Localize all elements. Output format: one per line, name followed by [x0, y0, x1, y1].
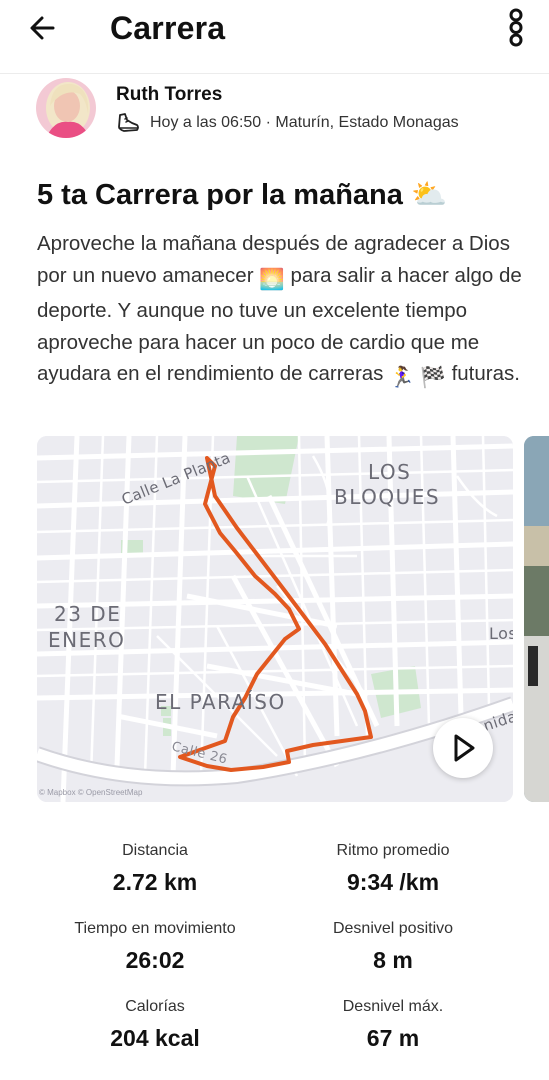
activity-date-location: Hoy a las 06:50 · Maturín, Estado Monaga… [150, 114, 459, 131]
avatar[interactable] [36, 78, 96, 138]
stat-distance: Distancia 2.72 km [25, 842, 285, 896]
activity-title: 5 ta Carrera por la mañana ⛅ [37, 178, 527, 212]
stat-max-elevation: Desnivel máx. 67 m [263, 998, 523, 1052]
stat-elevation-gain: Desnivel positivo 8 m [263, 920, 523, 974]
stat-label: Ritmo promedio [336, 842, 450, 859]
author-name[interactable]: Ruth Torres [116, 84, 222, 106]
sunrise-icon: 🌅 [259, 267, 285, 291]
stat-label: Distancia [122, 842, 188, 859]
stat-value: 26:02 [125, 947, 185, 973]
area-label-los-bloques: LOS [368, 460, 412, 484]
route-map[interactable]: Calle La Planta LOS BLOQUES 23 DE ENERO … [37, 436, 513, 802]
stat-moving-time: Tiempo en movimiento 26:02 [25, 920, 285, 974]
area-label-23-de-enero-2: ENERO [48, 628, 126, 652]
area-label-el-paraiso: EL PARAÍSO [155, 690, 286, 714]
arrow-left-icon [30, 16, 55, 40]
stat-value: 67 m [366, 1025, 420, 1051]
sun-behind-cloud-icon: ⛅ [410, 179, 448, 211]
stat-average-pace: Ritmo promedio 9:34 /km [263, 842, 523, 896]
stat-value: 2.72 km [112, 869, 198, 895]
running-shoe-icon [118, 113, 139, 132]
page-title: Carrera [110, 10, 226, 46]
stat-label: Tiempo en movimiento [74, 920, 236, 937]
stat-value: 9:34 /km [346, 869, 440, 895]
stat-value: 204 kcal [110, 1025, 200, 1051]
photo-thumbnail [524, 436, 549, 802]
stat-label: Desnivel positivo [332, 920, 454, 937]
play-route-button[interactable] [433, 718, 493, 778]
stat-label: Calorías [125, 998, 185, 1015]
area-label-23-de-enero: 23 DE [54, 602, 122, 626]
activity-stats: Distancia 2.72 km Ritmo promedio 9:34 /k… [0, 830, 549, 1070]
stat-value: 8 m [373, 947, 413, 973]
woman-running-icon: 🏃‍♀️ [389, 366, 415, 389]
top-app-bar: Carrera [0, 0, 549, 74]
map-attribution: © Mapbox © OpenStreetMap [39, 788, 143, 797]
more-options-button[interactable] [500, 6, 532, 48]
activity-meta: Hoy a las 06:50 · Maturín, Estado Monaga… [116, 112, 459, 134]
stat-label: Desnivel máx. [342, 998, 444, 1015]
play-icon [454, 734, 475, 762]
area-label-los-bloques-2: BLOQUES [334, 485, 441, 509]
checkered-flag-icon: 🏁 [420, 366, 446, 389]
activity-description: Aproveche la mañana después de agradecer… [37, 228, 523, 394]
author-row: Ruth Torres Hoy a las 06:50 · Maturín, E… [36, 76, 536, 142]
back-button[interactable] [22, 8, 66, 48]
description-text: futuras. [445, 362, 520, 385]
area-label-los: Los [489, 624, 513, 643]
next-media-card[interactable] [524, 436, 549, 802]
stat-calories: Calorías 204 kcal [25, 998, 285, 1052]
more-vertical-icon [509, 8, 523, 47]
activity-title-text: 5 ta Carrera por la mañana [37, 179, 403, 211]
